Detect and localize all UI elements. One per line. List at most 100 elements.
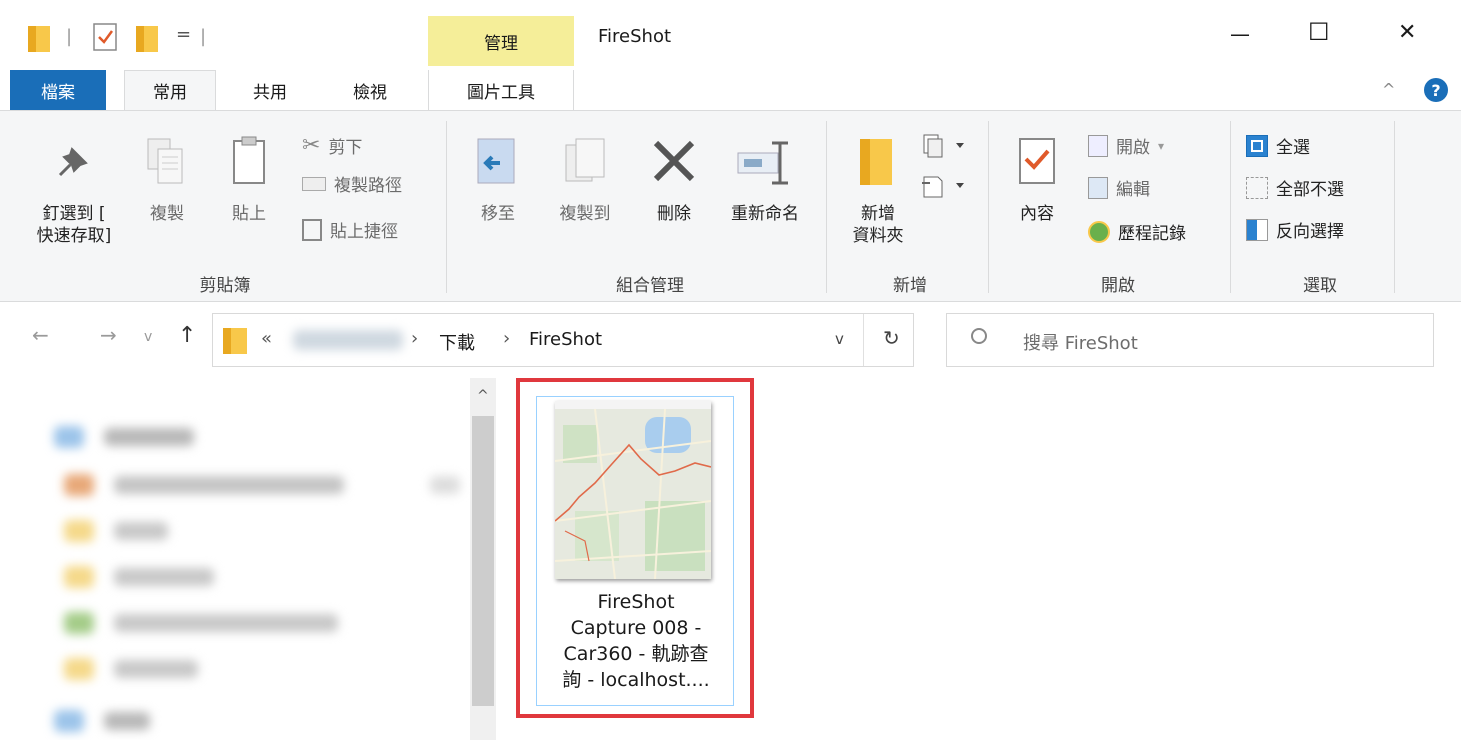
- nav-item-blurred[interactable]: [114, 522, 168, 540]
- file-name-line: Capture 008 -: [570, 617, 702, 639]
- tab-share[interactable]: 共用: [226, 70, 314, 110]
- breadcrumb-fireshot[interactable]: FireShot: [529, 329, 602, 350]
- address-dropdown-icon[interactable]: v: [835, 330, 844, 348]
- tab-picture-tools[interactable]: 圖片工具: [428, 70, 574, 110]
- cut-button[interactable]: ✂ 剪下: [302, 133, 362, 158]
- easy-access-icon[interactable]: [920, 173, 972, 199]
- paste-shortcut-button[interactable]: 貼上捷徑: [302, 217, 398, 242]
- forward-button[interactable]: →: [100, 323, 117, 347]
- organize-group-label: 組合管理: [616, 276, 684, 296]
- content-area: ^ FireShot Capture 008 - Car360 - 軌跡查 詢 …: [0, 378, 1461, 740]
- maximize-button[interactable]: ☐: [1308, 18, 1330, 46]
- paste-button[interactable]: 貼上: [222, 203, 276, 225]
- nav-item-blurred[interactable]: [104, 428, 194, 446]
- minimize-button[interactable]: —: [1230, 22, 1250, 46]
- navigation-bar: ← → v ↑ « › 下載 › FireShot v ↻ 搜尋 FireSho…: [0, 303, 1461, 378]
- copy-icon: [146, 137, 186, 187]
- scroll-thumb[interactable]: [472, 416, 494, 706]
- move-to-button[interactable]: 移至: [466, 203, 530, 225]
- map-thumbnail-image: [555, 401, 711, 579]
- search-box[interactable]: 搜尋 FireShot: [946, 313, 1434, 367]
- nav-item-blurred[interactable]: [64, 612, 94, 634]
- help-icon-glyph: ?: [1431, 80, 1441, 100]
- nav-item-blurred[interactable]: [430, 476, 460, 494]
- group-divider: [446, 121, 447, 293]
- folder-icon[interactable]: [28, 24, 52, 52]
- invert-selection-label: 反向選擇: [1276, 222, 1344, 242]
- tab-view[interactable]: 檢視: [326, 70, 414, 110]
- select-none-button[interactable]: 全部不選: [1246, 175, 1344, 200]
- select-all-icon: [1246, 134, 1268, 157]
- copy-to-button[interactable]: 複製到: [540, 203, 630, 225]
- quick-access-separator: |: [66, 26, 73, 47]
- new-folder-icon[interactable]: [136, 24, 160, 52]
- nav-item-blurred[interactable]: [114, 568, 214, 586]
- nav-item-blurred[interactable]: [64, 566, 94, 588]
- nav-item-blurred[interactable]: [114, 660, 198, 678]
- nav-item-blurred[interactable]: [114, 614, 338, 632]
- open-button[interactable]: 開啟 ▾: [1088, 133, 1164, 158]
- history-button[interactable]: 歷程記錄: [1088, 219, 1186, 244]
- nav-item-blurred[interactable]: [54, 710, 84, 732]
- invert-selection-icon: [1246, 218, 1268, 241]
- clipboard-group-label: 剪貼簿: [199, 276, 251, 296]
- address-input[interactable]: « › 下載 › FireShot v ↻: [212, 313, 914, 367]
- pin-to-quick-access-button[interactable]: 釘選到 [ 快速存取]: [22, 203, 126, 247]
- context-tab-manage: 管理: [428, 16, 574, 66]
- chevron-down-icon: ▾: [1158, 138, 1165, 153]
- tab-home[interactable]: 常用: [124, 70, 216, 110]
- breadcrumb-separator: ›: [411, 328, 419, 349]
- scroll-up-button[interactable]: ^: [477, 388, 489, 404]
- new-item-icon[interactable]: [920, 133, 972, 159]
- tab-share-label: 共用: [253, 82, 287, 103]
- up-button[interactable]: ↑: [178, 323, 196, 348]
- tab-file[interactable]: 檔案: [10, 70, 106, 110]
- group-divider: [826, 121, 827, 293]
- edit-icon: [1088, 176, 1108, 199]
- new-group-label: 新增: [893, 276, 927, 296]
- refresh-button[interactable]: ↻: [883, 326, 900, 350]
- nav-item-blurred[interactable]: [64, 520, 94, 542]
- back-button[interactable]: ←: [32, 323, 49, 347]
- recent-locations-icon[interactable]: v: [144, 329, 152, 345]
- delete-button[interactable]: 刪除: [640, 203, 708, 225]
- copy-button[interactable]: 複製: [140, 203, 194, 225]
- quick-access-separator: |: [200, 26, 207, 47]
- move-to-icon: [472, 135, 526, 189]
- pin-label-line1: 釘選到 [: [42, 204, 106, 224]
- file-name: FireShot Capture 008 - Car360 - 軌跡查 詢 - …: [537, 589, 735, 693]
- properties-icon[interactable]: [92, 22, 118, 52]
- navigation-pane[interactable]: [0, 378, 468, 740]
- select-all-button[interactable]: 全選: [1246, 133, 1310, 158]
- nav-scrollbar[interactable]: ^: [470, 378, 496, 740]
- nav-item-blurred[interactable]: [114, 476, 344, 494]
- nav-item-blurred[interactable]: [104, 712, 150, 730]
- quick-access-dropdown-icon[interactable]: =: [176, 24, 191, 45]
- new-folder-line1: 新增: [861, 204, 895, 224]
- file-name-line: FireShot: [597, 591, 675, 613]
- breadcrumb-downloads[interactable]: 下載: [439, 329, 475, 355]
- select-group-label: 選取: [1303, 276, 1337, 296]
- breadcrumb-overflow-icon[interactable]: «: [261, 328, 272, 349]
- scissors-icon: ✂: [302, 133, 321, 158]
- copy-path-icon: [302, 176, 326, 191]
- search-input[interactable]: 搜尋 FireShot: [1023, 329, 1138, 355]
- file-thumbnail: [555, 401, 711, 579]
- nav-item-blurred[interactable]: [54, 426, 84, 448]
- breadcrumb-hidden-segment[interactable]: [293, 330, 403, 350]
- collapse-ribbon-icon[interactable]: ^: [1382, 80, 1395, 99]
- invert-selection-button[interactable]: 反向選擇: [1246, 217, 1344, 242]
- file-item[interactable]: FireShot Capture 008 - Car360 - 軌跡查 詢 - …: [536, 396, 734, 706]
- new-folder-button[interactable]: 新增 資料夾: [836, 203, 920, 247]
- edit-button[interactable]: 編輯: [1088, 175, 1150, 200]
- rename-button[interactable]: 重新命名: [712, 203, 818, 225]
- help-icon[interactable]: ?: [1424, 78, 1448, 102]
- copy-path-button[interactable]: 複製路徑: [302, 171, 402, 196]
- folder-icon: [223, 326, 249, 354]
- ribbon: 釘選到 [ 快速存取] 複製 貼上 ✂ 剪下 複製路徑 貼上捷徑 剪貼簿 移至 …: [0, 110, 1461, 302]
- edit-label: 編輯: [1116, 180, 1150, 200]
- properties-button[interactable]: 內容: [1008, 203, 1066, 225]
- nav-item-blurred[interactable]: [64, 658, 94, 680]
- close-button[interactable]: ✕: [1398, 20, 1416, 45]
- nav-item-blurred[interactable]: [64, 474, 94, 496]
